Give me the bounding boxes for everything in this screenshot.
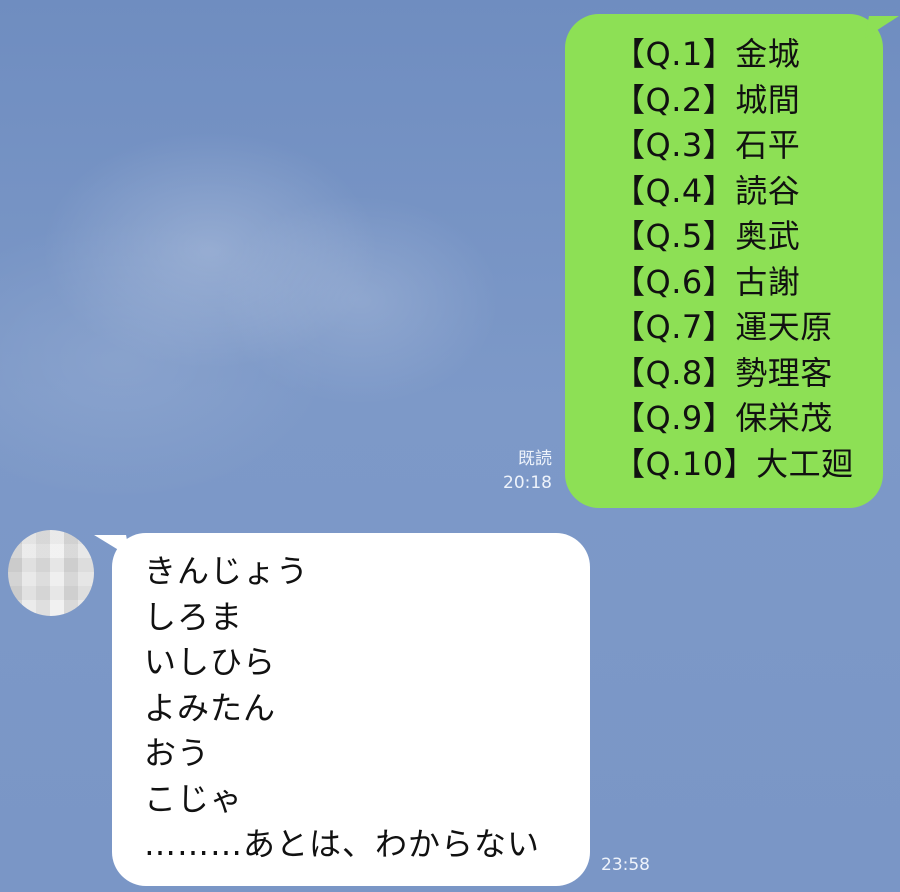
message-line: 【Q.9】保栄茂 <box>613 399 833 437</box>
message-line: ………あとは、わからない <box>144 825 541 863</box>
message-line: こじゃ <box>144 779 244 818</box>
message-line: 【Q.6】古謝 <box>613 262 801 301</box>
outgoing-message-meta: 既読 20:18 <box>488 447 552 495</box>
outgoing-message-bubble[interactable]: 【Q.1】金城 【Q.2】城間 【Q.3】石平 【Q.4】読谷 【Q.5】奥武 … <box>565 14 899 508</box>
message-line: おう <box>144 734 211 772</box>
message-line: いしひら <box>144 643 277 681</box>
incoming-message-time: 23:58 <box>601 855 650 875</box>
message-line: 【Q.4】読谷 <box>613 171 801 210</box>
bubble-tail <box>94 535 130 557</box>
message-line: しろま <box>144 597 244 636</box>
read-status: 既読 <box>518 449 552 469</box>
bubble-tail <box>865 16 899 38</box>
message-line: 【Q.5】奥武 <box>613 217 801 255</box>
message-line: 【Q.7】運天原 <box>613 308 833 346</box>
pixelated-avatar-icon[interactable] <box>8 530 94 616</box>
incoming-message-bubble[interactable]: きんじょう しろま いしひら よみたん おう こじゃ ………あとは、わからない <box>94 533 590 886</box>
message-line: よみたん <box>144 688 277 727</box>
message-line: 【Q.1】金城 <box>613 35 801 73</box>
message-line: 【Q.2】城間 <box>613 80 801 119</box>
message-line: 【Q.10】大工廻 <box>613 444 854 483</box>
message-line: きんじょう <box>144 552 310 590</box>
message-line: 【Q.3】石平 <box>613 126 801 164</box>
message-time: 20:18 <box>503 473 552 493</box>
message-line: 【Q.8】勢理客 <box>613 353 833 392</box>
